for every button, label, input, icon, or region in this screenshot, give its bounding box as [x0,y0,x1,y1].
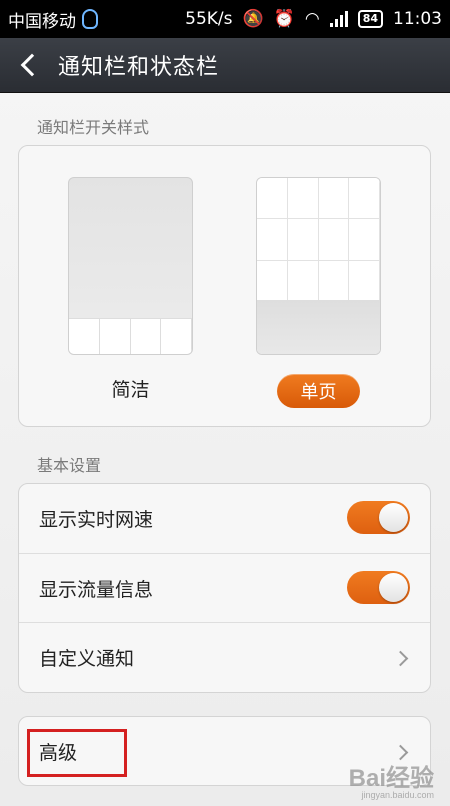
highlight-box [27,729,127,777]
row-label: 显示流量信息 [39,578,154,601]
back-icon[interactable] [20,53,44,77]
style-option-single-page-preview[interactable] [256,177,381,355]
signal-icon [329,11,348,27]
status-bar: 中国移动 55K/s 🔕 ⏰ ◠ 84 11:03 [0,0,450,38]
chevron-right-icon [392,650,409,667]
row-label: 自定义通知 [39,647,135,670]
title-bar: 通知栏和状态栏 [0,38,450,93]
page-title: 通知栏和状态栏 [58,55,220,80]
carrier-name: 中国移动 [8,11,76,32]
network-speed-toggle[interactable] [347,501,410,534]
row-show-traffic-info[interactable]: 显示流量信息 [19,553,430,622]
watermark-url: jingyan.baidu.com [361,790,434,800]
alarm-icon: ⏰ [273,9,295,29]
section-title-notification-style: 通知栏开关样式 [37,118,150,137]
traffic-info-toggle[interactable] [347,571,410,604]
battery-icon: 84 [357,10,383,28]
section-title-basic-settings: 基本设置 [37,456,102,475]
style-option-single-page-button[interactable]: 单页 [277,374,360,408]
wifi-icon: ◠ [304,9,320,29]
style-option-simple-label[interactable]: 简洁 [68,375,193,405]
style-option-simple-preview[interactable] [68,177,193,355]
mute-icon: 🔕 [242,9,264,29]
row-label: 显示实时网速 [39,509,154,531]
network-speed: 55K/s [185,9,233,29]
watermark-brand: Bai经验 [348,765,434,792]
notification-style-card: 简洁 单页 [18,145,431,427]
chevron-right-icon [392,744,409,761]
row-custom-notification[interactable]: 自定义通知 [19,622,430,691]
qq-icon [82,9,98,29]
basic-settings-card: 显示实时网速 显示流量信息 自定义通知 [18,483,431,693]
clock: 11:03 [393,9,442,29]
baidu-jingyan-watermark: Bai经验 jingyan.baidu.com [349,767,434,800]
row-show-network-speed[interactable]: 显示实时网速 [19,484,430,553]
